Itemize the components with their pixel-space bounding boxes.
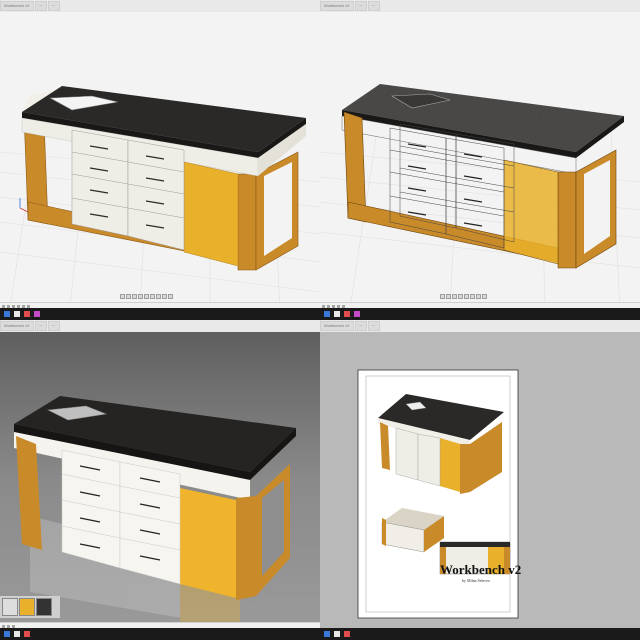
- tab-2[interactable]: ···: [34, 1, 47, 11]
- app-icon[interactable]: [334, 631, 340, 637]
- zoom-icon[interactable]: [452, 294, 457, 299]
- taskbar: [0, 628, 320, 640]
- taskbar: [320, 628, 640, 640]
- zoom-icon[interactable]: [132, 294, 137, 299]
- app-icon[interactable]: [344, 311, 350, 317]
- app-icon[interactable]: [24, 631, 30, 637]
- fit-icon[interactable]: [138, 294, 143, 299]
- render-panel: Workbench v2 ··· ···: [0, 320, 320, 640]
- display-icon[interactable]: [464, 294, 469, 299]
- grid-icon[interactable]: [470, 294, 475, 299]
- start-icon[interactable]: [324, 631, 330, 637]
- tab-3[interactable]: ···: [367, 321, 380, 331]
- tab-2[interactable]: ···: [34, 321, 47, 331]
- tab-workbench[interactable]: Workbench v2: [320, 1, 354, 11]
- fit-icon[interactable]: [458, 294, 463, 299]
- tab-3[interactable]: ···: [367, 1, 380, 11]
- orbit-icon[interactable]: [440, 294, 445, 299]
- taskbar: [320, 308, 640, 320]
- app-icon[interactable]: [14, 631, 20, 637]
- tab-workbench[interactable]: Workbench v2: [0, 321, 34, 331]
- drawing-title: Workbench v2: [440, 562, 522, 577]
- canvas-viewport[interactable]: [320, 12, 640, 308]
- drawing-panel: Workbench v2 ··· ···: [320, 320, 640, 640]
- drawing-author: by Milan Šeleceo: [462, 578, 490, 583]
- wireframe-panel: Workbench v2 ··· ···: [320, 0, 640, 320]
- render-thumbnail[interactable]: [19, 598, 35, 616]
- render-thumbnail[interactable]: [2, 598, 18, 616]
- tab-3[interactable]: ···: [47, 1, 60, 11]
- app-icon[interactable]: [344, 631, 350, 637]
- settings-icon[interactable]: [162, 294, 167, 299]
- start-icon[interactable]: [4, 311, 10, 317]
- view-icon[interactable]: [476, 294, 481, 299]
- navigation-bar: [120, 294, 174, 300]
- display-icon[interactable]: [144, 294, 149, 299]
- render-viewport[interactable]: [0, 332, 320, 628]
- tab-3[interactable]: ···: [47, 321, 60, 331]
- modeling-panel: Workbench v2 ··· ···: [0, 0, 320, 320]
- pan-icon[interactable]: [126, 294, 131, 299]
- tab-2[interactable]: ···: [354, 321, 367, 331]
- canvas-viewport[interactable]: [0, 12, 320, 308]
- orbit-icon[interactable]: [120, 294, 125, 299]
- view-icon[interactable]: [156, 294, 161, 299]
- render-thumbnail[interactable]: [36, 598, 52, 616]
- settings-icon[interactable]: [482, 294, 487, 299]
- tab-workbench[interactable]: Workbench v2: [0, 1, 34, 11]
- tab-workbench[interactable]: Workbench v2: [320, 321, 354, 331]
- app-icon[interactable]: [334, 311, 340, 317]
- start-icon[interactable]: [4, 631, 10, 637]
- taskbar: [0, 308, 320, 320]
- app-icon[interactable]: [14, 311, 20, 317]
- navigation-bar: [440, 294, 488, 300]
- grid-icon[interactable]: [150, 294, 155, 299]
- app-icon[interactable]: [34, 311, 40, 317]
- sheet-viewport[interactable]: [320, 332, 640, 628]
- app-icon[interactable]: [354, 311, 360, 317]
- render-gallery: [0, 596, 60, 618]
- app-icon[interactable]: [24, 311, 30, 317]
- layout-icon[interactable]: [168, 294, 173, 299]
- tab-2[interactable]: ···: [354, 1, 367, 11]
- pan-icon[interactable]: [446, 294, 451, 299]
- app-grid: Workbench v2 ··· ··· Workbench v2 ··· ··…: [0, 0, 640, 640]
- start-icon[interactable]: [324, 311, 330, 317]
